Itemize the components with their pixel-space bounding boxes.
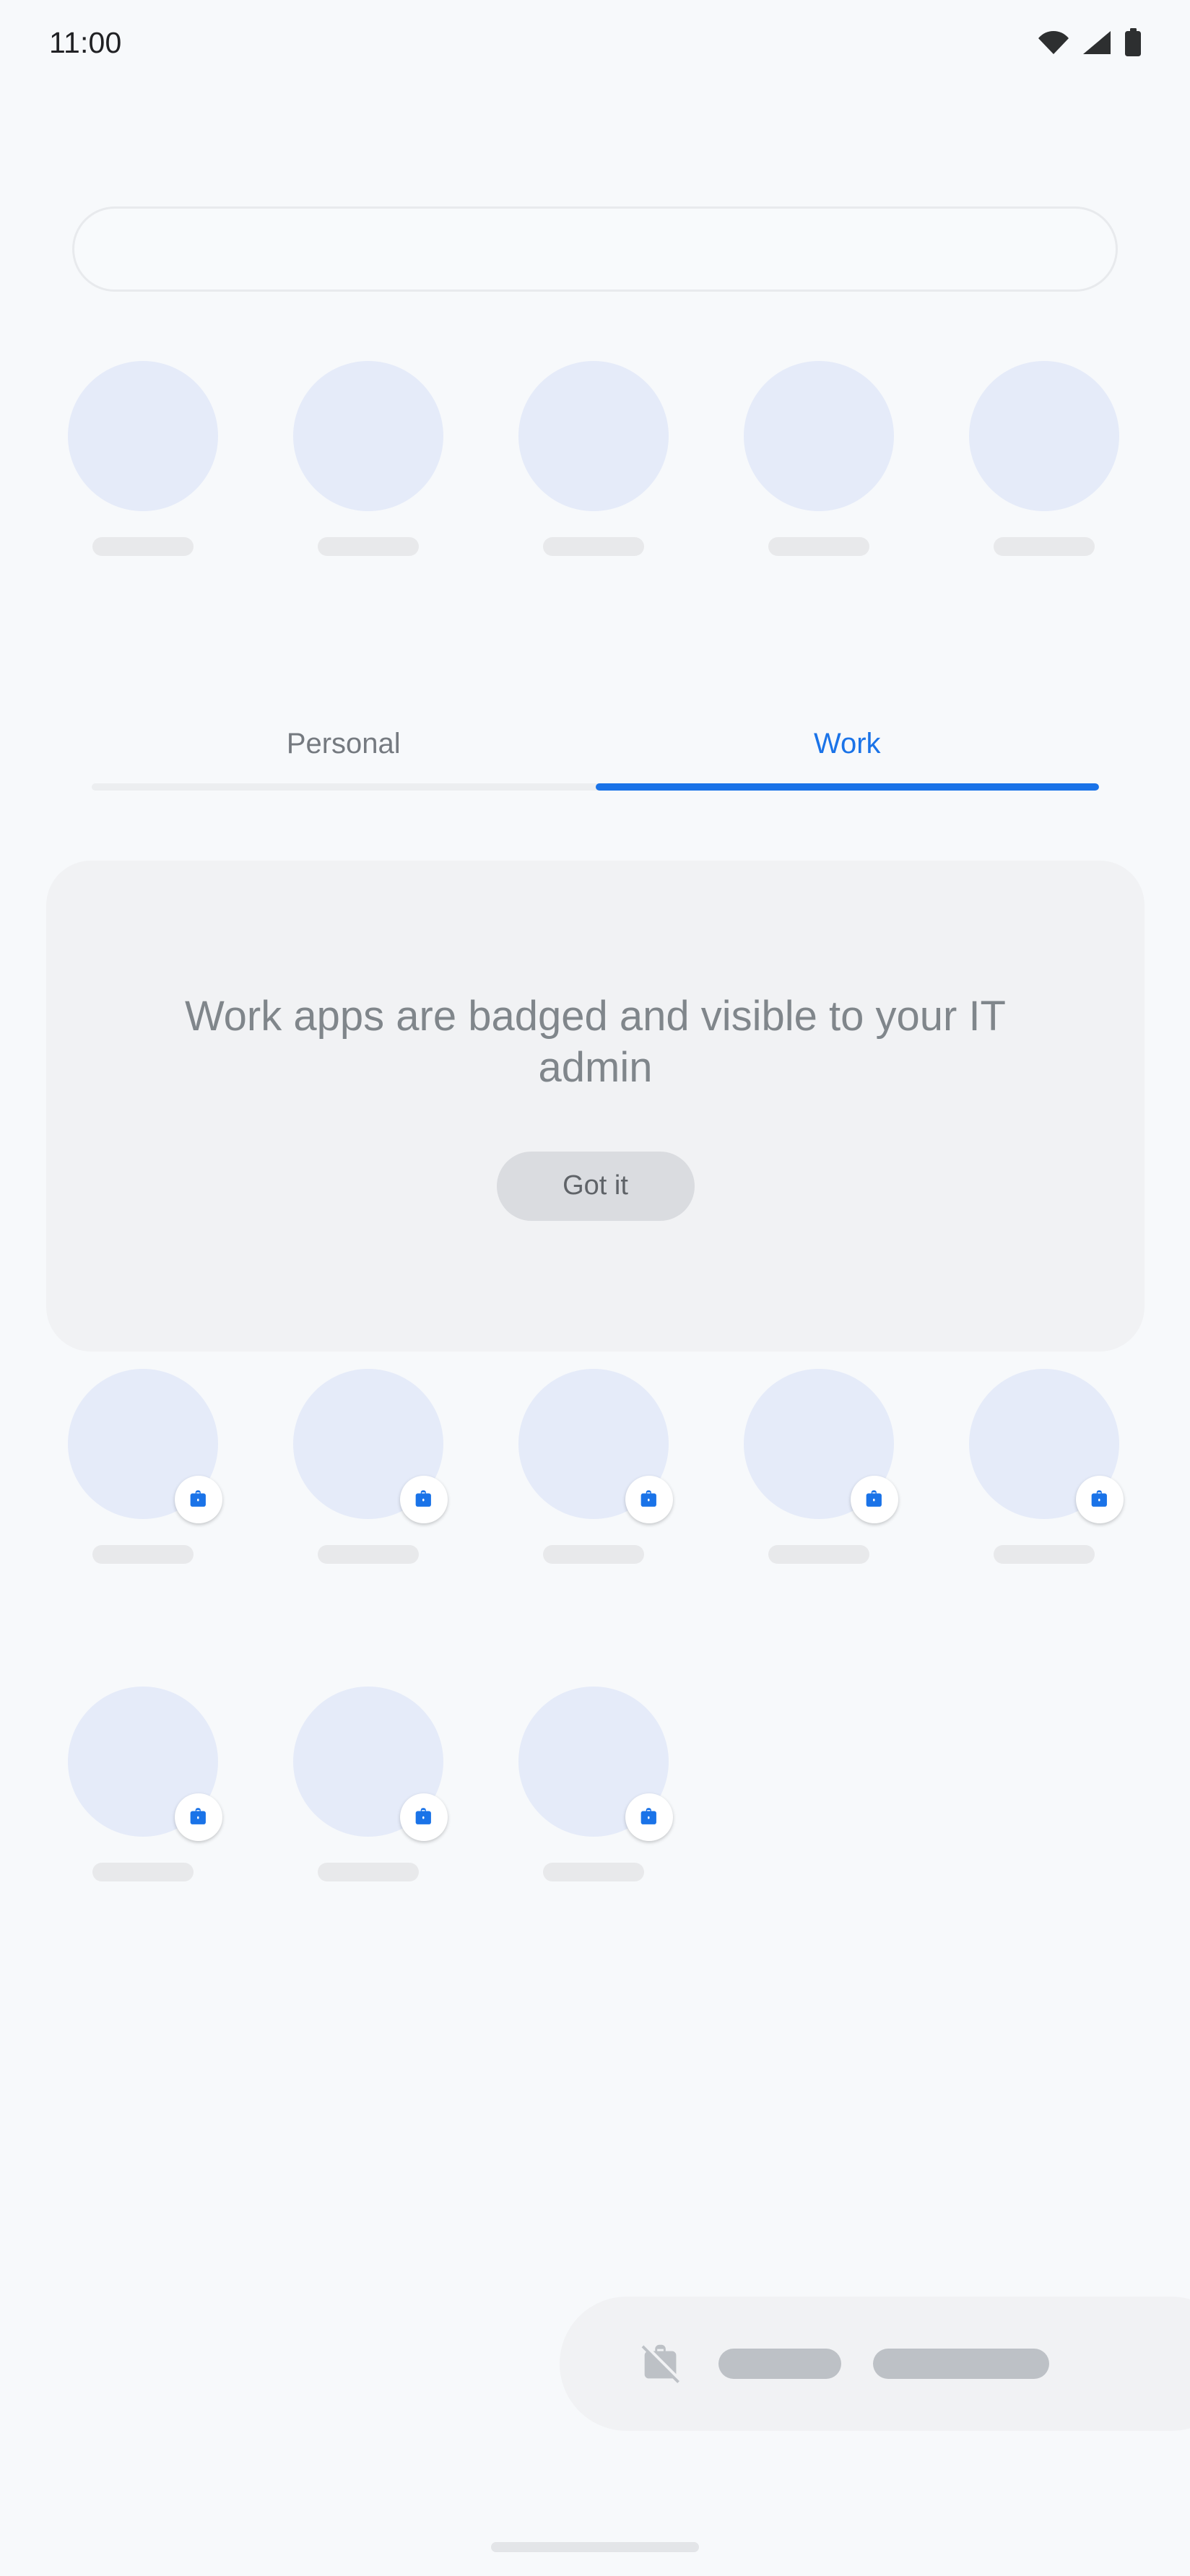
app-icon-placeholder: [969, 361, 1119, 511]
tab-personal[interactable]: Personal: [92, 704, 596, 783]
got-it-button[interactable]: Got it: [496, 1151, 695, 1221]
app-label-skeleton: [318, 537, 419, 556]
app-icon-wrap: [969, 361, 1119, 511]
battery-icon: [1124, 28, 1142, 57]
app-icon-wrap: [68, 1687, 222, 1841]
tab-work[interactable]: Work: [596, 704, 1100, 783]
work-app-item[interactable]: [481, 1687, 706, 1881]
work-briefcase-badge-icon: [175, 1793, 222, 1841]
app-label-skeleton: [543, 1545, 644, 1564]
app-icon-wrap: [518, 1369, 673, 1523]
app-item[interactable]: [30, 361, 256, 556]
work-app-item[interactable]: [256, 1369, 481, 1564]
app-icon-wrap: [293, 1369, 448, 1523]
info-card-message: Work apps are badged and visible to your…: [184, 993, 1006, 1091]
work-app-item[interactable]: [481, 1369, 706, 1564]
app-icon-wrap: [518, 361, 669, 511]
dock-item-skeleton[interactable]: [873, 2349, 1049, 2379]
status-bar-clock: 11:00: [49, 25, 122, 59]
search-input[interactable]: [72, 206, 1118, 292]
work-briefcase-badge-icon: [400, 1793, 448, 1841]
work-briefcase-badge-icon: [400, 1476, 448, 1523]
work-app-item[interactable]: [931, 1369, 1157, 1564]
app-label-skeleton: [543, 537, 644, 556]
app-icon-wrap: [744, 1369, 898, 1523]
wifi-icon: [1037, 30, 1070, 56]
dock-item-skeleton[interactable]: [718, 2349, 841, 2379]
work-briefcase-badge-icon: [625, 1793, 673, 1841]
app-label-skeleton: [994, 1545, 1095, 1564]
work-profile-off-icon[interactable]: [636, 2338, 687, 2389]
app-icon-wrap: [68, 1369, 222, 1523]
work-app-item[interactable]: [30, 1369, 256, 1564]
work-app-item[interactable]: [706, 1369, 931, 1564]
app-icon-wrap: [293, 361, 443, 511]
work-profile-info-card: Work apps are badged and visible to your…: [46, 861, 1145, 1352]
app-label-skeleton: [768, 537, 869, 556]
work-briefcase-badge-icon: [175, 1476, 222, 1523]
app-icon-placeholder: [293, 361, 443, 511]
app-label-skeleton: [92, 537, 194, 556]
profile-tabs: Personal Work: [92, 704, 1099, 805]
work-app-row-1: [30, 1369, 1190, 1564]
app-item[interactable]: [256, 361, 481, 556]
work-app-item[interactable]: [30, 1687, 256, 1881]
app-icon-placeholder: [518, 361, 669, 511]
status-bar: 11:00: [0, 0, 1190, 85]
app-item[interactable]: [706, 361, 931, 556]
app-label-skeleton: [318, 1545, 419, 1564]
work-app-row-2: [30, 1687, 1190, 1881]
app-label-skeleton: [994, 537, 1095, 556]
app-item[interactable]: [931, 361, 1157, 556]
work-app-item[interactable]: [256, 1687, 481, 1881]
app-icon-wrap: [293, 1687, 448, 1841]
gesture-nav-handle[interactable]: [491, 2542, 699, 2552]
app-label-skeleton: [543, 1863, 644, 1881]
app-label-skeleton: [768, 1545, 869, 1564]
tab-active-indicator: [595, 783, 1099, 791]
tabs-strip: Personal Work: [92, 704, 1099, 783]
app-label-skeleton: [92, 1545, 194, 1564]
status-bar-icons: [1037, 28, 1142, 57]
app-icon-wrap: [68, 361, 218, 511]
cellular-signal-icon: [1082, 30, 1112, 56]
app-icon-placeholder: [68, 361, 218, 511]
app-icon-wrap: [518, 1687, 673, 1841]
app-item[interactable]: [481, 361, 706, 556]
work-briefcase-badge-icon: [851, 1476, 898, 1523]
bottom-dock: [560, 2297, 1190, 2431]
app-label-skeleton: [92, 1863, 194, 1881]
work-briefcase-badge-icon: [1076, 1476, 1124, 1523]
work-briefcase-badge-icon: [625, 1476, 673, 1523]
tab-indicator-track: [92, 783, 1099, 791]
top-app-row: [30, 361, 1190, 556]
app-icon-wrap: [969, 1369, 1124, 1523]
app-icon-placeholder: [744, 361, 894, 511]
app-label-skeleton: [318, 1863, 419, 1881]
app-icon-wrap: [744, 361, 894, 511]
